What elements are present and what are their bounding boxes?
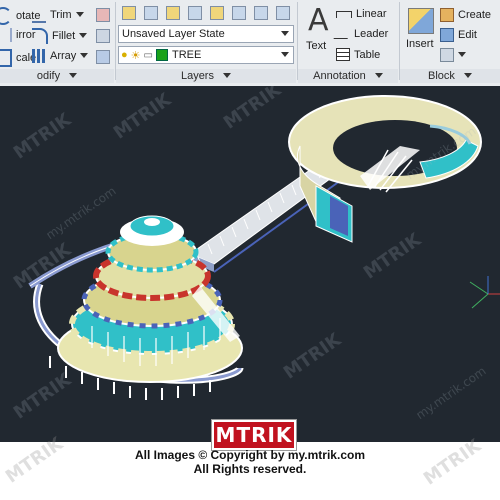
create-label: Create — [458, 9, 492, 21]
block-panel-title[interactable]: Block — [400, 69, 500, 83]
layer-isolate-icon[interactable] — [166, 6, 180, 20]
insert-button[interactable]: Insert — [404, 6, 438, 62]
lightbulb-icon: ● — [121, 49, 128, 61]
ucs-icon — [469, 276, 500, 309]
block-attributes-button[interactable] — [440, 48, 466, 62]
rotate-icon — [0, 7, 12, 25]
edit-block-button[interactable]: Edit — [440, 28, 477, 42]
annotation-panel-title[interactable]: Annotation — [298, 69, 398, 83]
fillet-icon — [32, 28, 48, 44]
trim-label: Trim — [50, 9, 72, 21]
edit-block-icon — [440, 28, 454, 42]
annotation-panel: A Text Linear Leader Table Annotation — [298, 0, 398, 86]
trim-dropdown-icon[interactable] — [75, 11, 84, 17]
edit-label: Edit — [458, 29, 477, 41]
layers-panel-title[interactable]: Layers — [116, 69, 296, 83]
ribbon: otate Trim irror Fillet cale Array odify… — [0, 0, 500, 87]
current-layer-value: TREE — [171, 49, 202, 61]
leader-icon — [333, 29, 353, 39]
layer-state-dropdown[interactable]: Unsaved Layer State — [118, 25, 294, 43]
modify-expand-icon[interactable] — [69, 73, 78, 78]
text-button[interactable]: A Text — [302, 6, 332, 62]
lock-open-icon: ▭ — [143, 49, 153, 61]
layer-properties-icon[interactable] — [122, 6, 136, 20]
array-dropdown-icon[interactable] — [80, 52, 89, 58]
modify-panel: otate Trim irror Fillet cale Array odify — [0, 0, 114, 86]
erase-icon[interactable] — [96, 8, 110, 22]
current-layer-dropdown[interactable]: ● ☀ ▭ TREE — [118, 46, 294, 64]
layer-match-icon[interactable] — [276, 6, 290, 20]
create-block-button[interactable]: Create — [440, 8, 491, 22]
block-expand-icon[interactable] — [463, 73, 472, 78]
text-label: Text — [306, 40, 327, 52]
trim-button[interactable]: Trim — [32, 7, 84, 23]
copyright-line-2: All Rights reserved. — [193, 462, 307, 476]
layer-previous-icon[interactable] — [254, 6, 268, 20]
copy-icon[interactable] — [96, 29, 110, 43]
array-label: Array — [50, 50, 77, 62]
linear-label: Linear — [356, 8, 387, 20]
linear-dimension-icon — [336, 10, 352, 18]
chevron-down-icon — [281, 52, 289, 57]
scale-icon — [0, 49, 12, 67]
copyright-footer: MTRIK All Images © Copyright by my.mtrik… — [0, 420, 500, 500]
layer-walk-icon[interactable] — [232, 6, 246, 20]
mtrik-logo: MTRIK — [212, 420, 296, 450]
table-button[interactable]: Table — [336, 48, 380, 61]
table-label: Table — [354, 48, 381, 61]
leader-label: Leader — [354, 28, 389, 40]
fillet-button[interactable]: Fillet — [32, 28, 88, 44]
block-attributes-icon — [440, 48, 454, 62]
mirror-button[interactable]: irror — [0, 28, 36, 42]
insert-icon — [408, 8, 434, 34]
layer-color-swatch — [155, 49, 168, 61]
block-panel: Insert Create Edit Block — [400, 0, 500, 86]
linear-dimension-button[interactable]: Linear — [336, 8, 387, 20]
layer-lock-icon[interactable] — [210, 6, 224, 20]
cad-model-drawing — [28, 95, 500, 400]
chevron-down-icon — [458, 51, 466, 57]
modify-panel-title[interactable]: odify — [0, 69, 114, 83]
table-icon — [336, 48, 350, 61]
array-button[interactable]: Array — [32, 49, 89, 63]
sun-icon: ☀ — [130, 49, 141, 62]
fillet-dropdown-icon[interactable] — [79, 32, 88, 38]
insert-label: Insert — [406, 38, 434, 50]
layer-freeze-icon[interactable] — [188, 6, 202, 20]
drawing-viewport[interactable]: MTRIK MTRIK MTRIK MTRIK MTRIK MTRIK MTRI… — [0, 86, 500, 442]
leader-button[interactable]: Leader — [333, 28, 389, 40]
annotation-expand-icon[interactable] — [374, 73, 383, 78]
text-icon: A — [308, 3, 329, 38]
trim-icon — [32, 7, 46, 23]
layers-expand-icon[interactable] — [223, 73, 232, 78]
layer-off-icon[interactable] — [144, 6, 158, 20]
mirror-icon — [0, 28, 12, 42]
ring-pavilion — [288, 95, 482, 243]
explode-icon[interactable] — [96, 50, 110, 64]
copyright-line-1: All Images © Copyright by my.mtrik.com — [134, 448, 365, 462]
layers-panel: Unsaved Layer State ● ☀ ▭ TREE Layers — [116, 0, 296, 86]
chevron-down-icon — [281, 31, 289, 36]
array-icon — [32, 49, 46, 63]
create-block-icon — [440, 8, 454, 22]
fillet-label: Fillet — [52, 30, 76, 42]
scale-button[interactable]: cale — [0, 49, 36, 67]
layer-state-value: Unsaved Layer State — [122, 28, 225, 40]
